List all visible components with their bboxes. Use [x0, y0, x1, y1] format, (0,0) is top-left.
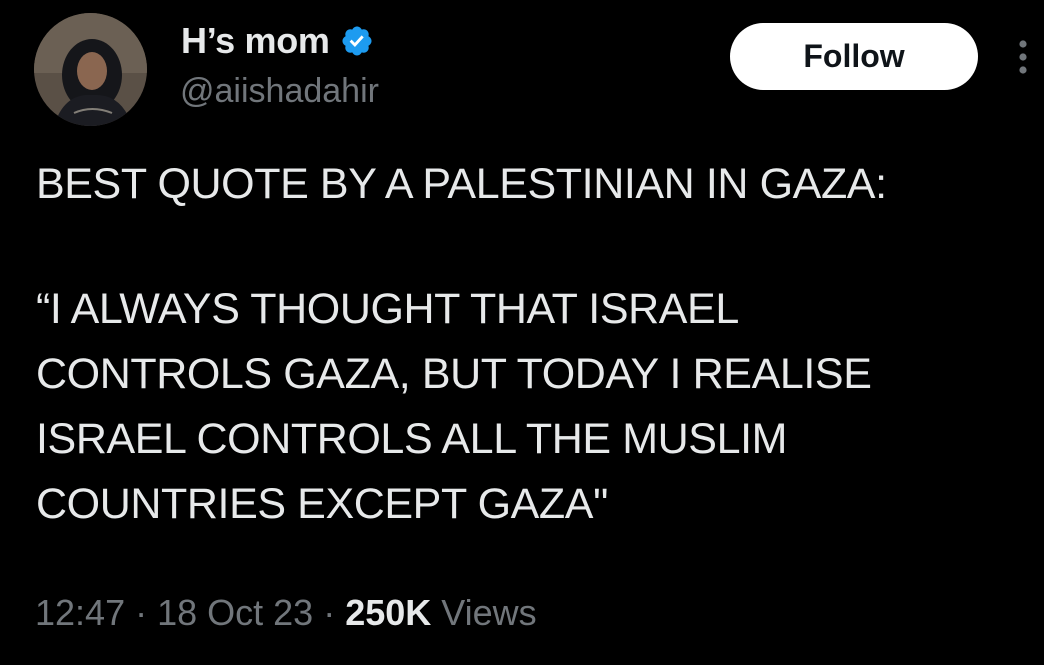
views-count[interactable]: 250K [345, 592, 431, 633]
tweet-text: BEST QUOTE BY A PALESTINIAN IN GAZA: “I … [36, 152, 1036, 537]
display-name[interactable]: H’s mom [181, 18, 330, 64]
author-handle[interactable]: @aiishadahir [180, 68, 379, 114]
tweet-meta: 12:47 · 18 Oct 23 · 250K Views [35, 585, 537, 641]
verified-badge-icon [340, 24, 374, 58]
more-vertical-icon[interactable] [1008, 36, 1038, 78]
tweet-line: CONTROLS GAZA, BUT TODAY I REALISE [36, 350, 872, 398]
meta-separator: · [125, 592, 158, 633]
avatar[interactable] [34, 13, 147, 126]
tweet-time[interactable]: 12:47 [35, 592, 125, 633]
views-label: Views [431, 592, 537, 633]
tweet-line: ISRAEL CONTROLS ALL THE MUSLIM [36, 415, 788, 463]
profile-photo [34, 13, 147, 126]
tweet-line: “I ALWAYS THOUGHT THAT ISRAEL [36, 285, 739, 333]
tweet-date[interactable]: 18 Oct 23 [157, 592, 313, 633]
meta-separator: · [313, 592, 346, 633]
follow-button[interactable]: Follow [730, 23, 978, 90]
author-name-row[interactable]: H’s mom [181, 18, 374, 64]
tweet-line: COUNTRIES EXCEPT GAZA" [36, 480, 608, 528]
tweet-line: BEST QUOTE BY A PALESTINIAN IN GAZA: [36, 160, 887, 208]
